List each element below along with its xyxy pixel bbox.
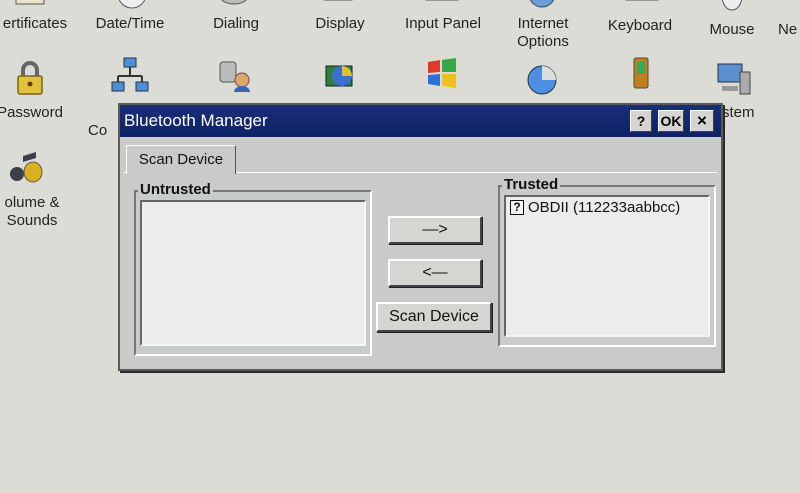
trusted-device-list[interactable]: ? OBDII (112233aabbcc): [504, 195, 710, 337]
keyboard-icon[interactable]: [622, 0, 662, 16]
cp-item-volume-sounds[interactable]: olume & Sounds: [0, 194, 82, 230]
stylus-icon[interactable]: [622, 54, 662, 94]
speaker-note-icon[interactable]: [6, 148, 46, 188]
trusted-device-name: OBDII (112233aabbcc): [528, 199, 681, 216]
tab-strip: Scan Device: [124, 145, 717, 174]
phone-icon[interactable]: [214, 0, 254, 16]
cp-item-password[interactable]: Password: [0, 104, 80, 122]
scan-device-button[interactable]: Scan Device: [376, 302, 492, 332]
trusted-group: Trusted ? OBDII (112233aabbcc): [498, 176, 716, 347]
cp-item-system[interactable]: stem: [722, 104, 772, 122]
padlock-icon[interactable]: [10, 58, 50, 98]
keyboard-panel-icon[interactable]: [422, 0, 462, 16]
cp-item-display[interactable]: Display: [290, 15, 390, 33]
windows-logo-icon[interactable]: [422, 54, 462, 94]
close-button[interactable]: ×: [690, 110, 714, 132]
tab-scan-device[interactable]: Scan Device: [126, 145, 236, 174]
mouse-icon[interactable]: [712, 0, 752, 18]
regional-settings-icon[interactable]: [522, 58, 562, 98]
help-button[interactable]: ?: [630, 110, 652, 132]
unknown-device-icon: ?: [510, 200, 524, 215]
cp-item-connections[interactable]: Co: [88, 122, 118, 140]
globe-icon[interactable]: [522, 0, 562, 16]
move-to-trusted-button[interactable]: —>: [388, 216, 482, 244]
cp-item-certificates[interactable]: ertificates: [0, 15, 85, 33]
bluetooth-manager-dialog: Bluetooth Manager ? OK × Scan Device Unt…: [118, 103, 723, 371]
cp-item-mouse[interactable]: Mouse: [682, 21, 782, 39]
cp-item-date-time[interactable]: Date/Time: [80, 15, 180, 33]
monitor-icon[interactable]: [318, 0, 358, 16]
cp-item-network[interactable]: Ne Di: [778, 21, 800, 39]
list-item[interactable]: ? OBDII (112233aabbcc): [506, 197, 708, 218]
move-to-untrusted-button[interactable]: <—: [388, 259, 482, 287]
clock-icon[interactable]: [112, 0, 152, 16]
owner-icon[interactable]: [214, 56, 254, 96]
cp-item-dialing[interactable]: Dialing: [186, 15, 286, 33]
system-icon[interactable]: [714, 58, 754, 98]
dialog-title: Bluetooth Manager: [124, 111, 268, 130]
cp-item-input-panel[interactable]: Input Panel: [393, 15, 493, 33]
network-connections-icon[interactable]: [110, 56, 150, 96]
cp-item-internet-options[interactable]: Internet Options: [493, 15, 593, 51]
dialog-titlebar[interactable]: Bluetooth Manager ? OK ×: [120, 105, 721, 137]
untrusted-label: Untrusted: [138, 181, 213, 199]
cp-item-keyboard[interactable]: Keyboard: [590, 17, 690, 35]
untrusted-group: Untrusted: [134, 181, 372, 356]
power-icon[interactable]: [320, 56, 360, 96]
ok-button[interactable]: OK: [658, 110, 684, 132]
untrusted-device-list[interactable]: [140, 200, 366, 346]
trusted-label: Trusted: [502, 176, 561, 194]
